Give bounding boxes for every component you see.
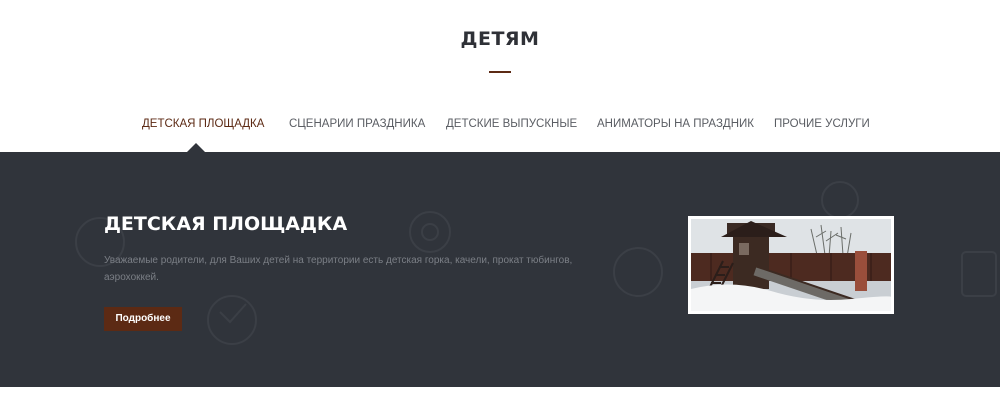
tab-scenarii-prazdnika[interactable]: СЦЕНАРИИ ПРАЗДНИКА	[289, 110, 425, 138]
panel-title: ДЕТСКАЯ ПЛОЩАДКА	[104, 213, 348, 235]
section-title: ДЕТЯМ	[460, 28, 540, 50]
tab-detskie-vypusknye[interactable]: ДЕТСКИЕ ВЫПУСКНЫЕ	[446, 110, 577, 138]
active-tab-pointer	[187, 143, 205, 152]
tab-detskaya-ploshchadka[interactable]: ДЕТСКАЯ ПЛОЩАДКА	[142, 110, 264, 138]
more-button[interactable]: Подробнее	[104, 307, 182, 331]
playground-photo	[688, 216, 894, 314]
tab-prochie-uslugi[interactable]: ПРОЧИЕ УСЛУГИ	[774, 110, 870, 138]
bottom-strip	[0, 387, 1000, 403]
panel-description: Уважаемые родители, для Ваших детей на т…	[104, 255, 573, 283]
tab-animatory-na-prazdnik[interactable]: АНИМАТОРЫ НА ПРАЗДНИК	[597, 110, 754, 138]
playground-photo-icon	[691, 219, 891, 311]
title-underline-divider	[489, 71, 511, 73]
tabs-bar: ДЕТСКАЯ ПЛОЩАДКА СЦЕНАРИИ ПРАЗДНИКА ДЕТС…	[0, 110, 1000, 138]
tab-content-panel: ДЕТСКАЯ ПЛОЩАДКА Уважаемые родители, для…	[0, 152, 1000, 387]
